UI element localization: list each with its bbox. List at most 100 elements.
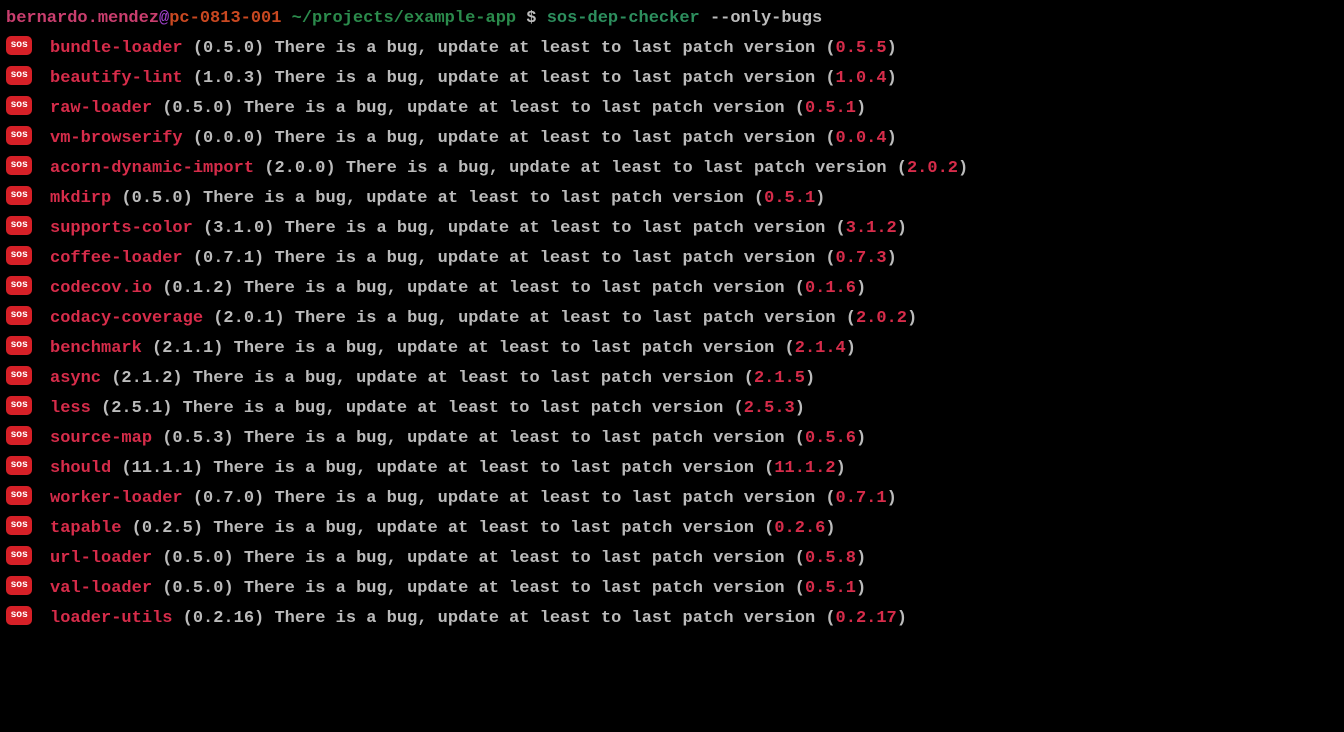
new-version: 2.5.3 [744,399,795,418]
current-version: (0.2.16) [172,609,274,628]
current-version: (2.5.1) [91,399,183,418]
bug-message: There is a bug, update at least to last … [274,249,835,268]
close-paren: ) [887,489,897,508]
new-version: 0.7.3 [836,249,887,268]
bug-message: There is a bug, update at least to last … [244,579,805,598]
current-version: (2.1.2) [101,369,193,388]
package-name: vm-browserify [50,129,183,148]
sos-icon: sos [6,156,32,175]
bug-message: There is a bug, update at least to last … [183,399,744,418]
sos-icon: sos [6,576,32,595]
bug-message: There is a bug, update at least to last … [274,609,835,628]
close-paren: ) [958,159,968,178]
bug-message: There is a bug, update at least to last … [234,339,795,358]
package-name: worker-loader [50,489,183,508]
bug-message: There is a bug, update at least to last … [346,159,907,178]
current-version: (0.1.2) [152,279,244,298]
output-line: sosless (2.5.1) There is a bug, update a… [6,394,1338,424]
close-paren: ) [907,309,917,328]
sos-icon: sos [6,246,32,265]
bug-message: There is a bug, update at least to last … [274,489,835,508]
close-paren: ) [795,399,805,418]
sos-icon: sos [6,366,32,385]
close-paren: ) [856,429,866,448]
bug-message: There is a bug, update at least to last … [193,369,754,388]
current-version: (0.2.5) [121,519,213,538]
package-name: val-loader [50,579,152,598]
bug-message: There is a bug, update at least to last … [274,69,835,88]
output-line: sosraw-loader (0.5.0) There is a bug, up… [6,94,1338,124]
sos-icon: sos [6,486,32,505]
output-line: sosmkdirp (0.5.0) There is a bug, update… [6,184,1338,214]
sos-icon: sos [6,546,32,565]
output-line: sos acorn-dynamic-import (2.0.0) There is… [6,154,1338,184]
package-name: source-map [50,429,152,448]
close-paren: ) [815,189,825,208]
new-version: 0.5.1 [805,579,856,598]
new-version: 0.0.4 [836,129,887,148]
package-name: tapable [50,519,121,538]
terminal-output: sos bundle-loader (0.5.0) There is a bug,… [6,34,1338,634]
package-name: mkdirp [50,189,111,208]
package-name: acorn-dynamic-import [50,159,254,178]
output-line: sosbeautify-lint (1.0.3) There is a bug,… [6,64,1338,94]
close-paren: ) [805,369,815,388]
new-version: 0.5.8 [805,549,856,568]
bug-message: There is a bug, update at least to last … [274,129,835,148]
output-line: sossupports-color (3.1.0) There is a bug… [6,214,1338,244]
current-version: (0.5.0) [152,549,244,568]
output-line: sosloader-utils (0.2.16) There is a bug,… [6,604,1338,634]
package-name: less [50,399,91,418]
bug-message: There is a bug, update at least to last … [244,279,805,298]
package-name: raw-loader [50,99,152,118]
output-line: sosasync (2.1.2) There is a bug, update … [6,364,1338,394]
new-version: 2.1.4 [795,339,846,358]
current-version: (0.5.0) [152,99,244,118]
output-line: sos val-loader (0.5.0) There is a bug, up… [6,574,1338,604]
current-version: (0.7.1) [183,249,275,268]
output-line: sos coffee-loader (0.7.1) There is a bug,… [6,244,1338,274]
package-name: coffee-loader [50,249,183,268]
output-line: sosworker-loader (0.7.0) There is a bug,… [6,484,1338,514]
new-version: 0.2.17 [836,609,897,628]
prompt-dollar: $ [526,9,536,28]
new-version: 1.0.4 [836,69,887,88]
new-version: 2.0.2 [856,309,907,328]
bug-message: There is a bug, update at least to last … [213,519,774,538]
close-paren: ) [887,39,897,58]
output-line: sostapable (0.2.5) There is a bug, updat… [6,514,1338,544]
close-paren: ) [856,99,866,118]
output-line: sosvm-browserify (0.0.0) There is a bug,… [6,124,1338,154]
sos-icon: sos [6,36,32,55]
package-name: beautify-lint [50,69,183,88]
sos-icon: sos [6,456,32,475]
sos-icon: sos [6,216,32,235]
bug-message: There is a bug, update at least to last … [203,189,764,208]
close-paren: ) [825,519,835,538]
sos-icon: sos [6,336,32,355]
close-paren: ) [887,249,897,268]
close-paren: ) [856,549,866,568]
sos-icon: sos [6,96,32,115]
new-version: 0.7.1 [836,489,887,508]
package-name: benchmark [50,339,142,358]
prompt-path: ~/projects/example-app [292,9,516,28]
close-paren: ) [856,579,866,598]
bug-message: There is a bug, update at least to last … [285,219,846,238]
package-name: should [50,459,111,478]
current-version: (2.0.0) [254,159,346,178]
package-name: bundle-loader [50,39,183,58]
sos-icon: sos [6,396,32,415]
prompt-at: @ [159,9,169,28]
new-version: 0.5.1 [764,189,815,208]
prompt-user: bernardo.mendez [6,9,159,28]
prompt-host: pc-0813-001 [169,9,281,28]
output-line: sosbundle-loader (0.5.0) There is a bug,… [6,34,1338,64]
close-paren: ) [887,69,897,88]
close-paren: ) [846,339,856,358]
package-name: codecov.io [50,279,152,298]
current-version: (3.1.0) [193,219,285,238]
current-version: (2.1.1) [142,339,234,358]
current-version: (0.5.0) [152,579,244,598]
bug-message: There is a bug, update at least to last … [274,39,835,58]
